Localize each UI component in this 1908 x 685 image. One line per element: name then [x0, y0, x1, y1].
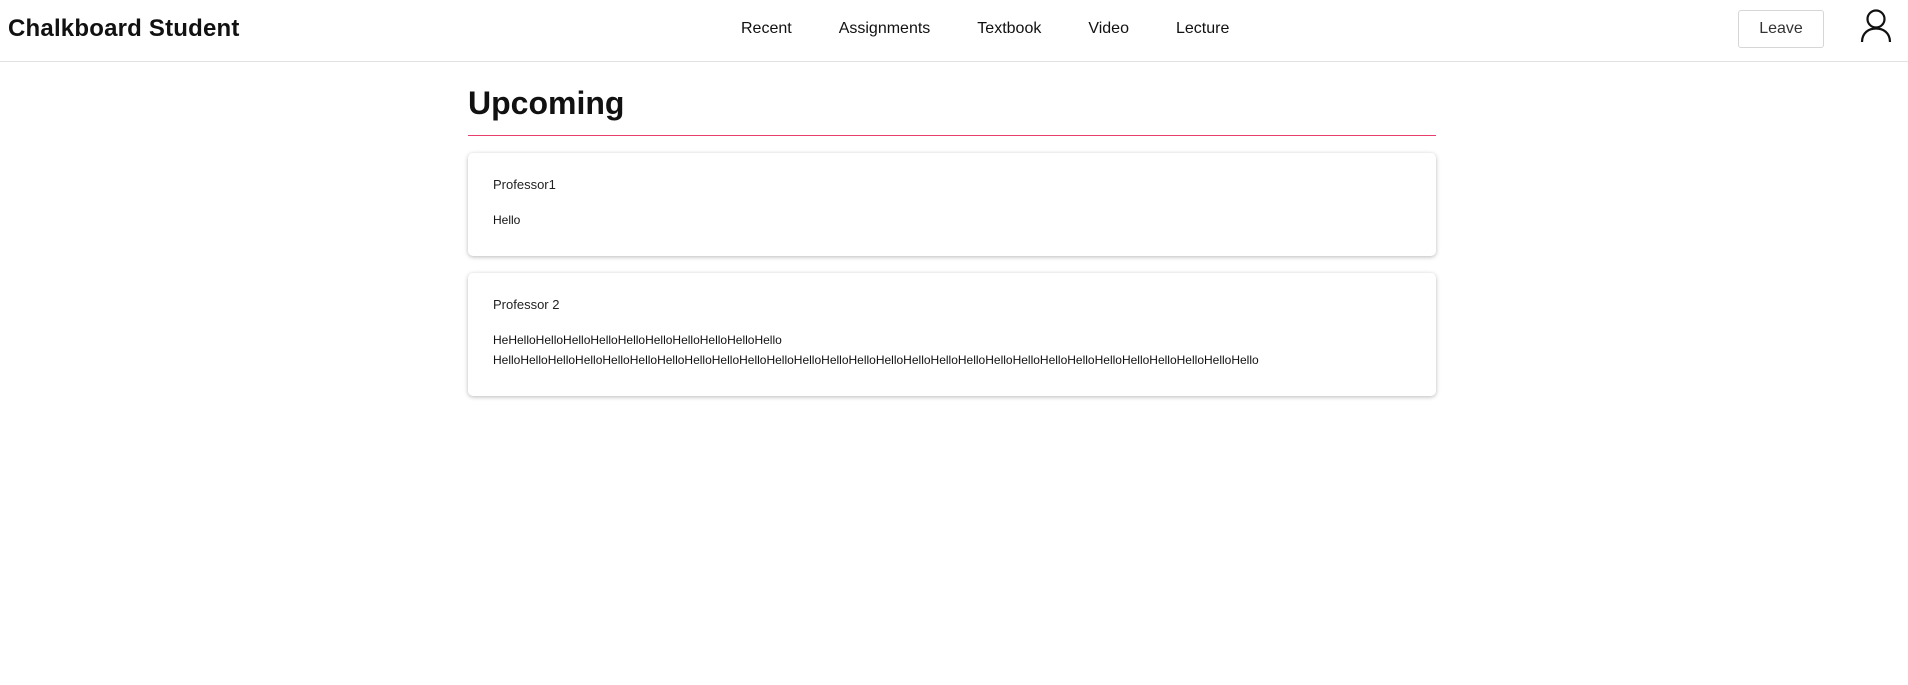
post-card: Professor1 Hello: [468, 153, 1436, 256]
post-body-line: Hello: [493, 213, 521, 227]
post-author: Professor1: [493, 177, 556, 192]
title-divider: [468, 135, 1436, 136]
main-content: Upcoming Professor1 Hello Professor 2 He…: [468, 62, 1436, 396]
leave-button[interactable]: Leave: [1738, 10, 1824, 48]
post-body: Hello: [493, 210, 1412, 230]
user-icon[interactable]: [1860, 9, 1892, 43]
nav-item-assignments[interactable]: Assignments: [839, 17, 931, 41]
main-nav: Recent Assignments Textbook Video Lectur…: [741, 17, 1229, 41]
page-title: Upcoming: [468, 85, 625, 121]
nav-item-recent[interactable]: Recent: [741, 17, 792, 41]
post-body: HeHelloHelloHelloHelloHelloHelloHelloHel…: [493, 330, 1412, 370]
nav-item-textbook[interactable]: Textbook: [977, 17, 1041, 41]
post-card: Professor 2 HeHelloHelloHelloHelloHelloH…: [468, 273, 1436, 396]
post-author: Professor 2: [493, 297, 560, 312]
nav-item-video[interactable]: Video: [1088, 17, 1129, 41]
post-body-line: HelloHelloHelloHelloHelloHelloHelloHello…: [493, 353, 1259, 367]
top-nav-bar: Chalkboard Student Recent Assignments Te…: [0, 0, 1908, 62]
nav-item-lecture[interactable]: Lecture: [1176, 17, 1229, 41]
post-body-line: HeHelloHelloHelloHelloHelloHelloHelloHel…: [493, 333, 782, 347]
app-title: Chalkboard Student: [8, 15, 240, 42]
